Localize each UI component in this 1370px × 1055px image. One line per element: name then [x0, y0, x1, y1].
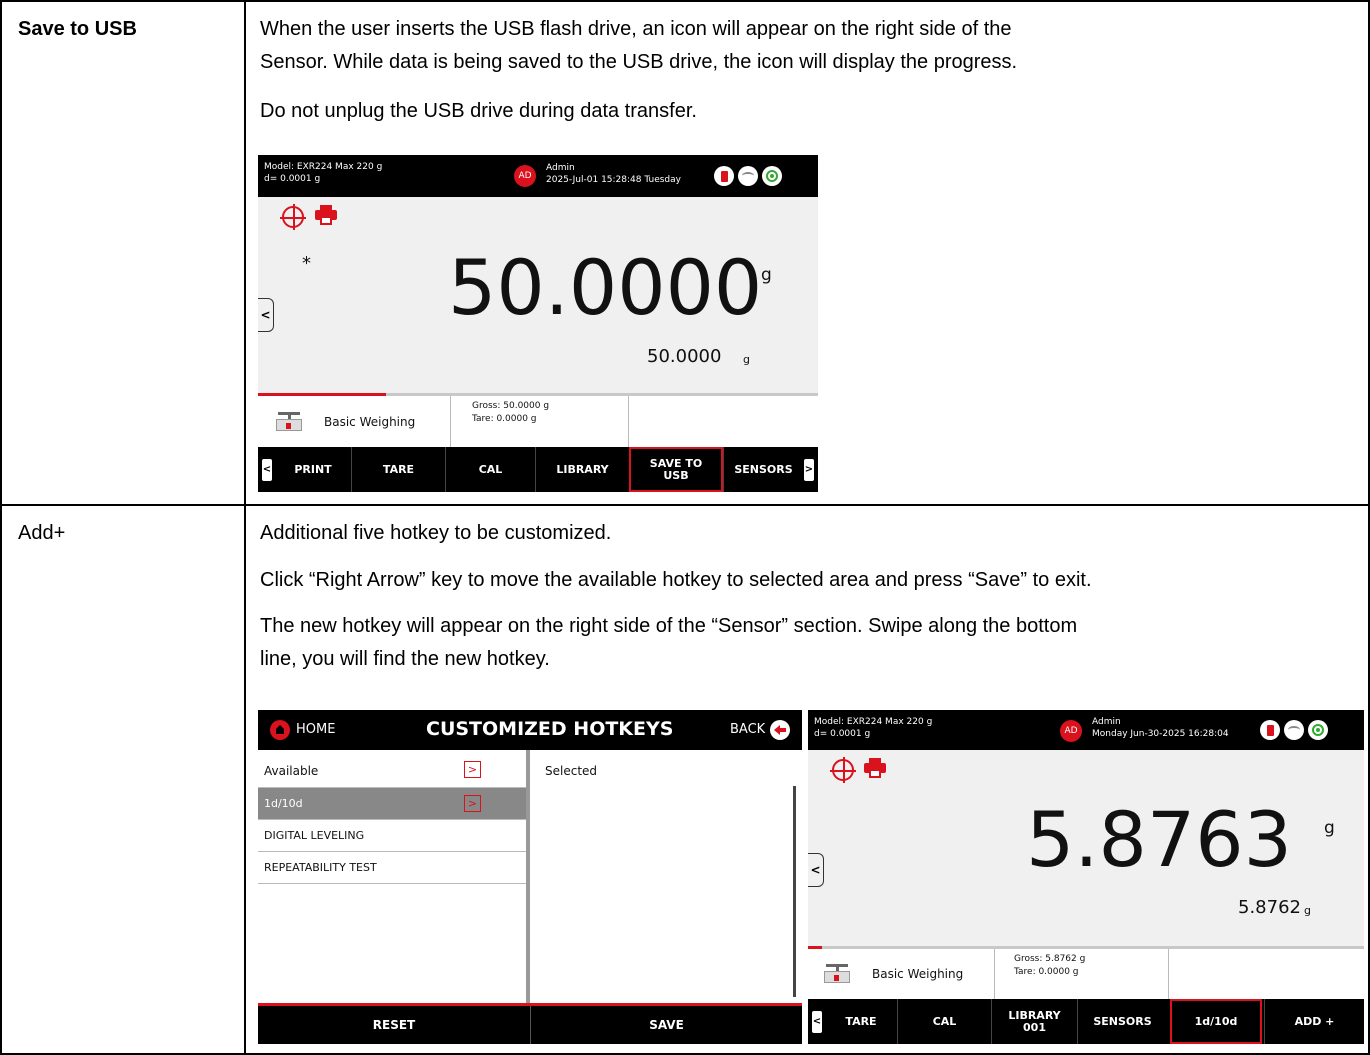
screen-title: CUSTOMIZED HOTKEYS	[426, 718, 674, 740]
model-label: Model: EXR224 Max 220 g	[814, 717, 933, 727]
status-icons	[1260, 720, 1328, 740]
tare-value: Tare: 0.0000 g	[1014, 967, 1079, 977]
instruction-table: Save to USB When the user inserts the US…	[0, 0, 1370, 1055]
paragraph-line: The new hotkey will appear on the right …	[260, 615, 1078, 637]
paragraph-line: line, you will find the new hotkey.	[260, 648, 550, 670]
stability-asterisk: *	[302, 253, 311, 274]
available-header: Available	[264, 764, 319, 778]
move-arrow-button[interactable]: >	[464, 761, 481, 778]
hotkey-1d10d[interactable]: 1d/10d	[1170, 999, 1262, 1044]
hotkey-left-arrow[interactable]: <	[262, 458, 272, 481]
wifi-icon[interactable]	[1284, 720, 1304, 740]
move-item-arrow[interactable]: >	[464, 795, 481, 812]
home-icon[interactable]	[270, 720, 290, 740]
main-unit: g	[761, 265, 772, 285]
divider	[994, 949, 995, 999]
level-icon[interactable]	[280, 204, 306, 230]
printer-icon[interactable]	[864, 758, 886, 778]
scrollbar[interactable]	[793, 786, 796, 997]
avatar[interactable]: AD	[514, 165, 536, 187]
main-weight: 5.8763	[1026, 795, 1292, 884]
balance-screen-add: Model: EXR224 Max 220 g d= 0.0001 g AD A…	[808, 710, 1364, 1044]
level-icon[interactable]	[830, 757, 856, 783]
customized-hotkeys-screen: HOME CUSTOMIZED HOTKEYS BACK Available >…	[258, 710, 802, 1044]
target-icon[interactable]	[1308, 720, 1328, 740]
user-name: Admin	[1092, 717, 1121, 727]
datetime: Monday Jun-30-2025 16:28:04	[1092, 729, 1229, 739]
hotkey-right-arrow[interactable]: >	[804, 458, 814, 481]
hotkey-bar: < PRINT TARE CAL LIBRARY SAVE TO USB SEN…	[258, 447, 818, 492]
hotkey-sensors[interactable]: SENSORS	[723, 447, 803, 492]
back-label[interactable]: BACK	[730, 722, 765, 737]
save-button[interactable]: SAVE	[531, 1006, 802, 1044]
hotkey-cal[interactable]: CAL	[445, 447, 535, 492]
datetime: 2025-Jul-01 15:28:48 Tuesday	[546, 175, 681, 185]
user-name: Admin	[546, 163, 575, 173]
hotkey-cal[interactable]: CAL	[897, 999, 991, 1044]
column-divider	[244, 2, 246, 1053]
paragraph-line: Sensor. While data is being saved to the…	[260, 51, 1018, 73]
hotkey-bar: < TARE CAL LIBRARY 001 SENSORS 1d/10d AD…	[808, 999, 1364, 1044]
list-item-1d10d[interactable]: 1d/10d	[258, 788, 526, 820]
usb-icon[interactable]	[714, 166, 734, 186]
gross-value: Gross: 50.0000 g	[472, 401, 550, 411]
selected-header: Selected	[545, 764, 598, 778]
avatar[interactable]: AD	[1060, 720, 1082, 742]
resolution-label: d= 0.0001 g	[264, 174, 321, 184]
application-name[interactable]: Basic Weighing	[872, 967, 963, 981]
divider	[450, 396, 451, 447]
basic-weighing-icon	[824, 962, 850, 984]
hotkey-left-arrow[interactable]: <	[812, 1010, 822, 1033]
secondary-weight: 5.8762	[1238, 897, 1301, 918]
hotkey-tare[interactable]: TARE	[825, 999, 897, 1044]
balance-screen-save-usb: Model: EXR224 Max 220 g d= 0.0001 g AD A…	[258, 155, 818, 492]
paragraph-line: When the user inserts the USB flash driv…	[260, 18, 1012, 40]
side-arrow-tab[interactable]: <	[258, 298, 274, 332]
column-divider	[526, 750, 530, 1003]
gross-value: Gross: 5.8762 g	[1014, 954, 1086, 964]
row-title-save-to-usb: Save to USB	[18, 18, 137, 40]
secondary-unit: g	[1304, 904, 1311, 917]
basic-weighing-icon	[276, 410, 302, 432]
secondary-weight: 50.0000	[647, 346, 722, 367]
divider	[1168, 949, 1169, 999]
row-title-add: Add+	[18, 522, 66, 544]
printer-icon[interactable]	[315, 205, 337, 225]
hotkey-sensors[interactable]: SENSORS	[1077, 999, 1167, 1044]
list-item-digital-leveling[interactable]: DIGITAL LEVELING	[258, 820, 526, 852]
side-arrow-tab[interactable]: <	[808, 853, 824, 887]
info-row: Basic Weighing Gross: 50.0000 g Tare: 0.…	[258, 396, 818, 447]
hotkey-library[interactable]: LIBRARY	[535, 447, 629, 492]
status-icons	[714, 166, 782, 186]
model-label: Model: EXR224 Max 220 g	[264, 162, 383, 172]
customized-hotkeys-footer: RESET SAVE	[258, 1003, 802, 1044]
target-icon[interactable]	[762, 166, 782, 186]
status-bar: Model: EXR224 Max 220 g d= 0.0001 g AD A…	[258, 155, 818, 197]
hotkey-tare[interactable]: TARE	[351, 447, 445, 492]
hotkey-save-to-usb[interactable]: SAVE TO USB	[629, 447, 723, 492]
main-unit: g	[1324, 818, 1335, 838]
info-row: Basic Weighing Gross: 5.8762 g Tare: 0.0…	[808, 949, 1364, 999]
application-name[interactable]: Basic Weighing	[324, 415, 415, 429]
row-divider	[2, 504, 1368, 506]
hotkey-add[interactable]: ADD +	[1264, 999, 1364, 1044]
hotkey-library[interactable]: LIBRARY 001	[991, 999, 1077, 1044]
paragraph-line: Click “Right Arrow” key to move the avai…	[260, 569, 1092, 591]
home-label[interactable]: HOME	[296, 722, 335, 737]
customized-hotkeys-header: HOME CUSTOMIZED HOTKEYS BACK	[258, 710, 802, 750]
resolution-label: d= 0.0001 g	[814, 729, 871, 739]
hotkey-print[interactable]: PRINT	[275, 447, 351, 492]
status-bar: Model: EXR224 Max 220 g d= 0.0001 g AD A…	[808, 710, 1364, 750]
list-item-repeatability-test[interactable]: REPEATABILITY TEST	[258, 852, 526, 884]
secondary-unit: g	[743, 353, 750, 366]
reset-button[interactable]: RESET	[258, 1006, 530, 1044]
back-icon[interactable]	[770, 720, 790, 740]
wifi-icon[interactable]	[738, 166, 758, 186]
paragraph-line: Do not unplug the USB drive during data …	[260, 100, 697, 122]
divider	[628, 396, 629, 447]
paragraph-line: Additional five hotkey to be customized.	[260, 522, 612, 544]
usb-icon[interactable]	[1260, 720, 1280, 740]
tare-value: Tare: 0.0000 g	[472, 414, 537, 424]
main-weight: 50.0000	[448, 243, 763, 332]
